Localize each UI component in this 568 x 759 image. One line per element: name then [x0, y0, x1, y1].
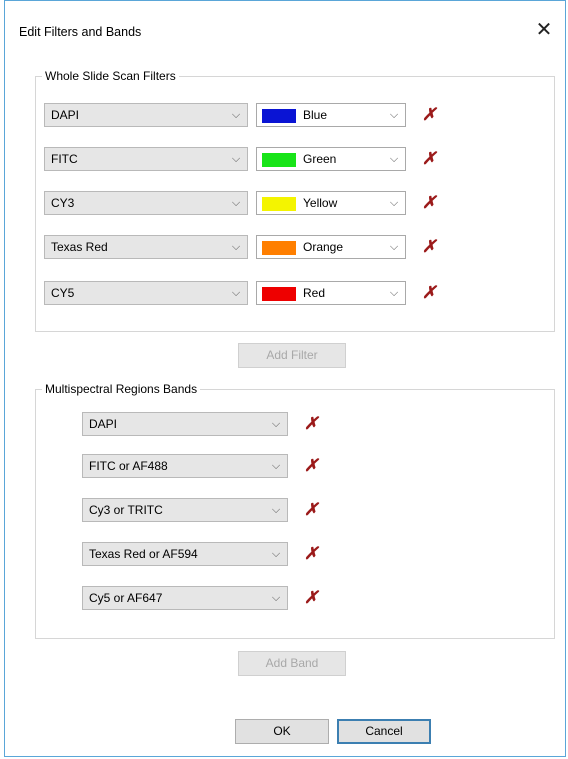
- filter-select-cy5[interactable]: CY5 ⌵: [44, 281, 248, 305]
- color-select-blue[interactable]: Blue ⌵: [256, 103, 406, 127]
- band-select-dapi[interactable]: DAPI ⌵: [82, 412, 288, 436]
- band-select-cy5-af647[interactable]: Cy5 or AF647 ⌵: [82, 586, 288, 610]
- color-select-value: Green: [303, 152, 337, 166]
- filter-select-value: CY3: [51, 196, 75, 210]
- filter-select-value: CY5: [51, 286, 75, 300]
- filter-select-cy3[interactable]: CY3 ⌵: [44, 191, 248, 215]
- chevron-down-icon: ⌵: [231, 109, 241, 121]
- delete-x-icon[interactable]: ✗: [422, 194, 436, 211]
- filter-select-dapi[interactable]: DAPI ⌵: [44, 103, 248, 127]
- filter-select-texas-red[interactable]: Texas Red ⌵: [44, 235, 248, 259]
- color-swatch: [262, 109, 296, 123]
- band-select-cy3-tritc[interactable]: Cy3 or TRITC ⌵: [82, 498, 288, 522]
- chevron-down-icon: ⌵: [389, 197, 399, 209]
- delete-x-icon[interactable]: ✗: [422, 150, 436, 167]
- delete-x-icon[interactable]: ✗: [422, 238, 436, 255]
- delete-x-icon[interactable]: ✗: [422, 106, 436, 123]
- chevron-down-icon: ⌵: [271, 548, 281, 560]
- edit-filters-dialog: Edit Filters and Bands ✕ Whole Slide Sca…: [4, 0, 566, 757]
- band-select-value: Cy5 or AF647: [89, 591, 163, 605]
- band-select-fitc-af488[interactable]: FITC or AF488 ⌵: [82, 454, 288, 478]
- cancel-button[interactable]: Cancel: [337, 719, 431, 744]
- color-swatch: [262, 153, 296, 167]
- chevron-down-icon: ⌵: [271, 504, 281, 516]
- chevron-down-icon: ⌵: [271, 592, 281, 604]
- title-bar: Edit Filters and Bands ✕: [5, 1, 565, 57]
- add-filter-button[interactable]: Add Filter: [238, 343, 346, 368]
- delete-x-icon[interactable]: ✗: [304, 545, 318, 562]
- filter-select-fitc[interactable]: FITC ⌵: [44, 147, 248, 171]
- dialog-title: Edit Filters and Bands: [19, 25, 142, 39]
- color-select-value: Blue: [303, 108, 328, 122]
- filter-select-value: DAPI: [51, 108, 80, 122]
- delete-x-icon[interactable]: ✗: [304, 415, 318, 432]
- chevron-down-icon: ⌵: [271, 418, 281, 430]
- color-select-red[interactable]: Red ⌵: [256, 281, 406, 305]
- delete-x-icon[interactable]: ✗: [304, 457, 318, 474]
- band-select-texas-red-af594[interactable]: Texas Red or AF594 ⌵: [82, 542, 288, 566]
- color-swatch: [262, 197, 296, 211]
- chevron-down-icon: ⌵: [231, 197, 241, 209]
- close-icon[interactable]: ✕: [531, 17, 557, 43]
- chevron-down-icon: ⌵: [231, 241, 241, 253]
- chevron-down-icon: ⌵: [271, 460, 281, 472]
- band-select-value: Cy3 or TRITC: [89, 503, 163, 517]
- delete-x-icon[interactable]: ✗: [304, 501, 318, 518]
- bands-group-label: Multispectral Regions Bands: [42, 382, 201, 396]
- band-select-value: Texas Red or AF594: [89, 547, 198, 561]
- color-swatch: [262, 287, 296, 301]
- filter-select-value: Texas Red: [51, 240, 108, 254]
- color-swatch: [262, 241, 296, 255]
- filter-select-value: FITC: [51, 152, 78, 166]
- filters-group: Whole Slide Scan Filters DAPI ⌵ Blue ⌵ ✗…: [35, 69, 555, 332]
- chevron-down-icon: ⌵: [389, 153, 399, 165]
- band-select-value: FITC or AF488: [89, 459, 168, 473]
- color-select-value: Red: [303, 286, 326, 300]
- delete-x-icon[interactable]: ✗: [422, 284, 436, 301]
- chevron-down-icon: ⌵: [389, 109, 399, 121]
- add-band-button[interactable]: Add Band: [238, 651, 346, 676]
- chevron-down-icon: ⌵: [231, 287, 241, 299]
- ok-button[interactable]: OK: [235, 719, 329, 744]
- color-select-orange[interactable]: Orange ⌵: [256, 235, 406, 259]
- color-select-green[interactable]: Green ⌵: [256, 147, 406, 171]
- chevron-down-icon: ⌵: [231, 153, 241, 165]
- delete-x-icon[interactable]: ✗: [304, 589, 318, 606]
- color-select-value: Yellow: [303, 196, 338, 210]
- bands-group: Multispectral Regions Bands DAPI ⌵ ✗ FIT…: [35, 382, 555, 639]
- band-select-value: DAPI: [89, 417, 118, 431]
- chevron-down-icon: ⌵: [389, 287, 399, 299]
- color-select-value: Orange: [303, 240, 344, 254]
- filters-group-label: Whole Slide Scan Filters: [42, 69, 179, 83]
- color-select-yellow[interactable]: Yellow ⌵: [256, 191, 406, 215]
- chevron-down-icon: ⌵: [389, 241, 399, 253]
